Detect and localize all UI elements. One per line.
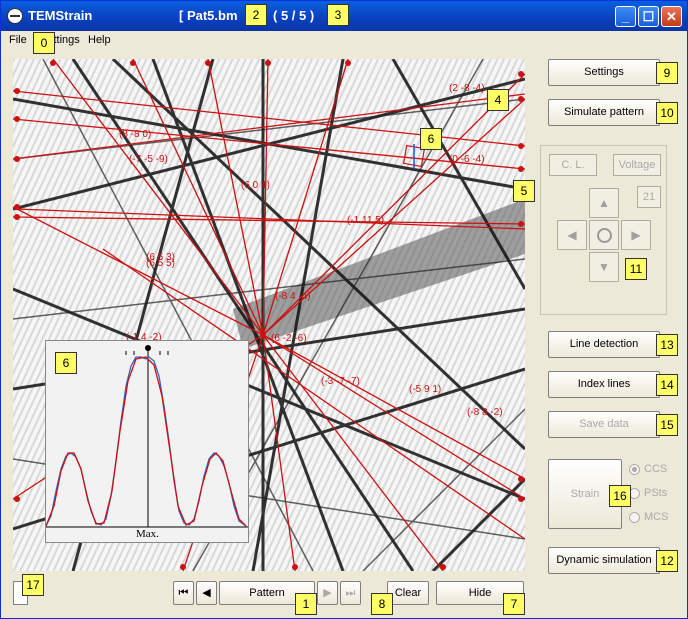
index-label: (8 -8 0)	[119, 129, 151, 140]
move-right-button[interactable]: ▶	[621, 220, 651, 250]
arrow-down-icon: ▼	[598, 260, 610, 274]
annotation-badge: 1	[295, 593, 317, 615]
annotation-badge: 11	[625, 258, 647, 280]
menu-help[interactable]: Help	[88, 34, 111, 46]
annotation-badge: 17	[22, 574, 44, 596]
move-left-button[interactable]: ◀	[557, 220, 587, 250]
index-label: (-8 8 -2)	[467, 407, 503, 418]
clear-button[interactable]: Clear	[387, 581, 429, 605]
arrow-right-icon: ▶	[631, 228, 641, 242]
center-icon	[597, 228, 612, 243]
pattern-counter: ( 5 / 5 )	[273, 8, 315, 23]
close-icon: ✕	[666, 9, 677, 24]
arrow-left-icon: ◀	[202, 587, 211, 599]
radio-ccs-label: CCS	[644, 463, 668, 475]
minimize-icon: _	[621, 9, 630, 24]
radio-psts[interactable]: PSts	[629, 487, 667, 499]
center-button[interactable]	[589, 220, 619, 250]
move-down-button[interactable]: ▼	[589, 252, 619, 282]
annotation-badge: 13	[656, 334, 678, 356]
index-label: (0 -6 -4)	[449, 154, 485, 165]
annotation-badge: 2	[245, 4, 267, 26]
index-label: (-8 4 -4)	[275, 291, 311, 302]
skip-first-icon: ⏮	[178, 587, 189, 599]
first-pattern-button[interactable]: ⏮	[173, 581, 194, 605]
app-logo-icon	[7, 8, 23, 24]
move-up-button[interactable]: ▲	[589, 188, 619, 218]
max-label: Max.	[136, 528, 159, 540]
zoom-value[interactable]: 21	[637, 186, 661, 208]
radio-ccs[interactable]: CCS	[629, 463, 667, 475]
radio-mcs-indicator	[629, 511, 640, 523]
index-label: (-3 -7 -7)	[321, 376, 360, 387]
radio-psts-label: PSts	[644, 487, 668, 499]
index-label: (6 5 5)	[146, 258, 175, 269]
index-label: (2 -8 -4)	[449, 83, 485, 94]
arrow-up-icon: ▲	[598, 196, 610, 210]
window-title: TEMStrain	[28, 8, 93, 23]
annotation-badge: 8	[371, 593, 393, 615]
radio-mcs-label: MCS	[644, 511, 669, 523]
annotation-badge: 5	[513, 180, 535, 202]
annotation-badge: 15	[656, 414, 678, 436]
camera-length-button[interactable]: C. L.	[549, 154, 597, 176]
previous-pattern-button[interactable]: ◀	[196, 581, 217, 605]
app-window: TEMStrain [ Pat5.bm ( 5 / 5 ) _ ☐ ✕ File…	[0, 0, 688, 619]
settings-button[interactable]: Settings	[548, 59, 660, 86]
close-button[interactable]: ✕	[661, 6, 682, 27]
voltage-button[interactable]: Voltage	[613, 154, 661, 176]
radio-ccs-indicator	[629, 463, 640, 475]
index-label: (6 0 4)	[241, 180, 270, 191]
last-pattern-button[interactable]: ⏭	[340, 581, 361, 605]
arrow-left-icon: ◀	[567, 228, 577, 242]
annotation-badge: 6	[55, 352, 77, 374]
radio-mcs[interactable]: MCS	[629, 511, 668, 523]
maximize-button[interactable]: ☐	[638, 6, 659, 27]
file-name: [ Pat5.bm	[179, 8, 238, 23]
annotation-badge: 7	[503, 593, 525, 615]
index-label: (6 -2 -6)	[271, 333, 307, 344]
annotation-badge: 0	[33, 32, 55, 54]
arrow-right-icon: ▶	[323, 587, 332, 599]
annotation-badge: 10	[656, 102, 678, 124]
skip-last-icon: ⏭	[345, 587, 356, 599]
annotation-badge: 6	[420, 128, 442, 150]
annotation-badge: 12	[656, 550, 678, 572]
annotation-badge: 16	[609, 485, 631, 507]
index-label: (-1 11 5)	[347, 215, 384, 226]
dynamic-simulation-button[interactable]: Dynamic simulation	[548, 547, 660, 574]
next-pattern-button[interactable]: ▶	[317, 581, 338, 605]
simulate-pattern-button[interactable]: Simulate pattern	[548, 99, 660, 126]
menu-bar: File Settings Help	[1, 31, 687, 50]
index-label: (-7 -5 -9)	[129, 154, 168, 165]
minimize-button[interactable]: _	[615, 6, 636, 27]
save-data-button[interactable]: Save data	[548, 411, 660, 438]
maximize-icon: ☐	[642, 9, 655, 24]
annotation-badge: 4	[487, 89, 509, 111]
annotation-badge: 3	[327, 4, 349, 26]
annotation-badge: 14	[656, 374, 678, 396]
index-label: (-5 9 1)	[409, 384, 441, 395]
camera-control-group: C. L. Voltage 21 ▲ ◀ ▶ ▼	[540, 145, 667, 315]
line-detection-button[interactable]: Line detection	[548, 331, 660, 358]
index-lines-button[interactable]: Index lines	[548, 371, 660, 398]
annotation-badge: 9	[656, 62, 678, 84]
menu-file[interactable]: File	[9, 34, 27, 46]
